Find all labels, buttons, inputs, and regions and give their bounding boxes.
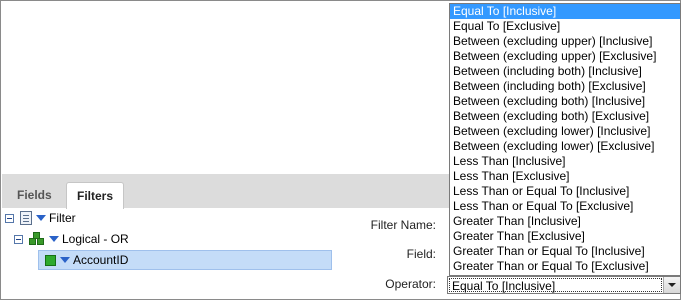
tab-filters[interactable]: Filters: [66, 182, 124, 209]
tree-node-logical-or[interactable]: Logical - OR: [14, 229, 129, 249]
field-cube-icon: [45, 254, 56, 266]
collapse-icon[interactable]: [5, 213, 14, 223]
operator-option[interactable]: Less Than or Equal To [Inclusive]: [450, 184, 680, 199]
field-label: Field:: [406, 247, 436, 261]
operator-option[interactable]: Between (including both) [Inclusive]: [450, 64, 680, 79]
operator-option[interactable]: Equal To [Exclusive]: [450, 19, 680, 34]
dropdown-arrow-icon[interactable]: [49, 236, 59, 242]
operator-option[interactable]: Between (excluding upper) [Inclusive]: [450, 34, 680, 49]
operator-select[interactable]: Equal To [Inclusive]: [447, 276, 681, 294]
operator-option[interactable]: Equal To [Inclusive]: [450, 4, 680, 19]
operator-option[interactable]: Between (excluding upper) [Exclusive]: [450, 49, 680, 64]
tree-node-label: Logical - OR: [62, 232, 129, 246]
tree-node-label: Filter: [49, 211, 76, 225]
operator-option[interactable]: Between (excluding lower) [Inclusive]: [450, 124, 680, 139]
operator-option[interactable]: Less Than [Exclusive]: [450, 169, 680, 184]
operator-select-value: Equal To [Inclusive]: [449, 278, 662, 293]
filter-tree: Filter Logical - OR AccountID: [2, 208, 347, 300]
operator-option[interactable]: Between (excluding both) [Exclusive]: [450, 109, 680, 124]
operator-option[interactable]: Greater Than [Exclusive]: [450, 229, 680, 244]
operator-label: Operator:: [385, 277, 436, 291]
dropdown-arrow-icon[interactable]: [60, 257, 70, 263]
filter-editor-panel: Fields Filters Filter Logical - OR Accou…: [0, 0, 681, 300]
tab-fields[interactable]: Fields: [7, 182, 62, 209]
operator-option[interactable]: Less Than or Equal To [Exclusive]: [450, 199, 680, 214]
dropdown-arrow-icon[interactable]: [36, 215, 46, 221]
operator-option[interactable]: Greater Than [Inclusive]: [450, 214, 680, 229]
chevron-down-icon[interactable]: [663, 277, 680, 293]
filter-name-label: Filter Name:: [370, 218, 436, 232]
tree-node-accountid[interactable]: AccountID: [38, 250, 332, 270]
tree-node-label: AccountID: [73, 253, 129, 267]
filter-icon: [20, 211, 32, 225]
operator-option[interactable]: Between (excluding lower) [Exclusive]: [450, 139, 680, 154]
collapse-icon[interactable]: [14, 234, 23, 244]
operator-dropdown-list[interactable]: Equal To [Inclusive] Equal To [Exclusive]…: [449, 3, 681, 276]
operator-option[interactable]: Greater Than or Equal To [Inclusive]: [450, 244, 680, 259]
operator-option[interactable]: Greater Than or Equal To [Exclusive]: [450, 259, 680, 274]
operator-option[interactable]: Between (including both) [Exclusive]: [450, 79, 680, 94]
tree-node-filter[interactable]: Filter: [5, 208, 76, 228]
operator-option[interactable]: Less Than [Inclusive]: [450, 154, 680, 169]
operator-option[interactable]: Between (excluding both) [Inclusive]: [450, 94, 680, 109]
logical-group-icon: [29, 232, 45, 246]
